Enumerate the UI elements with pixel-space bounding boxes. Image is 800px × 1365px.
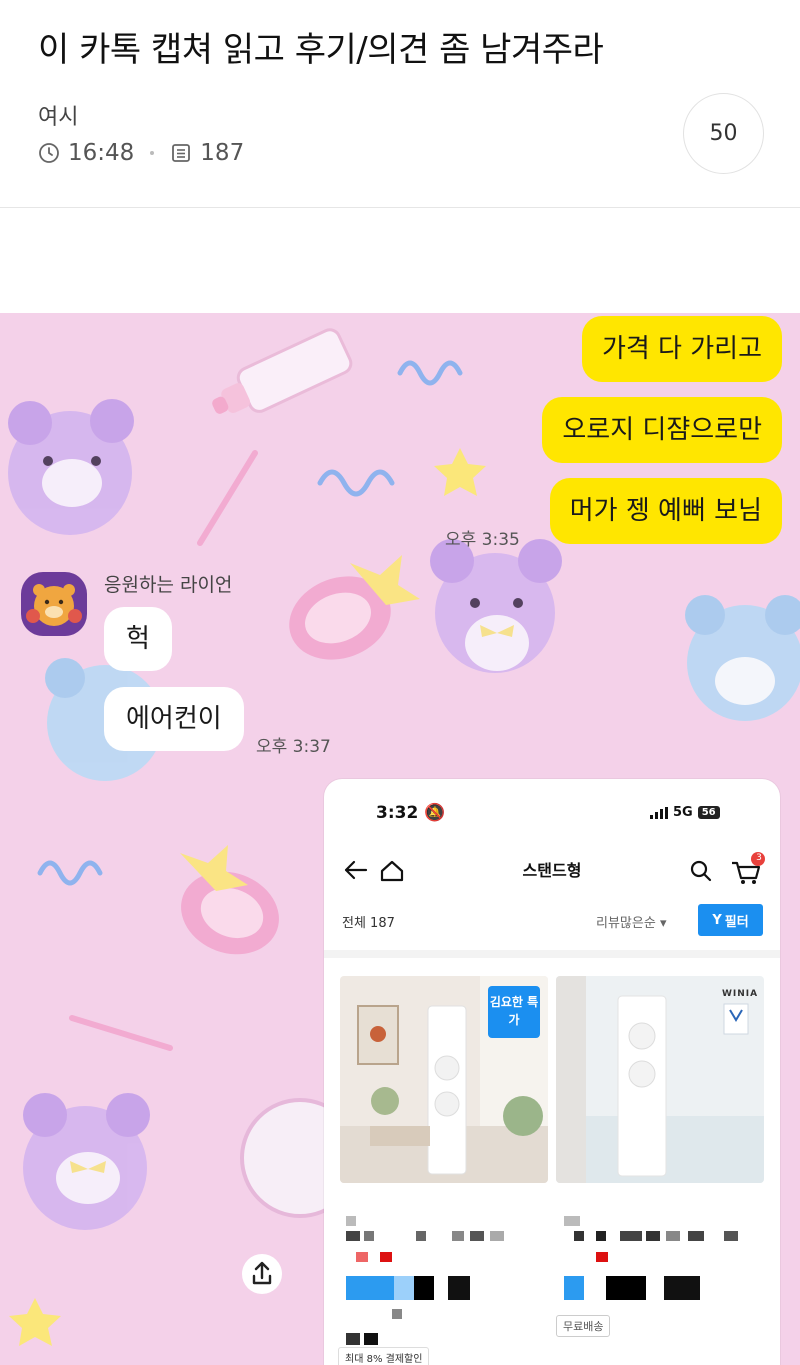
post-time: 16:48 (68, 140, 135, 166)
post-meta: 16:48 187 (38, 140, 244, 166)
divider (324, 950, 780, 958)
author-name[interactable]: 여시 (38, 99, 78, 131)
total-count: 전체 187 (342, 916, 395, 931)
sort-dropdown[interactable]: 리뷰많은순 ▾ (596, 912, 666, 931)
post-header: 이 카톡 캡쳐 읽고 후기/의견 좀 남겨주라 여시 16:48 187 50 (0, 0, 800, 208)
sender-name: 응원하는 라이언 (104, 574, 233, 596)
network-type: 5G (673, 805, 693, 820)
mute-bell-icon: 🔕 (424, 803, 446, 823)
clock-icon (39, 143, 59, 163)
meta-separator (150, 151, 155, 155)
category-title: 스탠드형 (522, 861, 582, 880)
their-message-time: 오후 3:37 (256, 737, 331, 757)
post-title: 이 카톡 캡쳐 읽고 후기/의견 좀 남겨주라 (38, 30, 604, 70)
battery-icon: 56 (697, 806, 720, 819)
phone-clock: 3:32 🔕 (376, 803, 446, 823)
chevron-down-icon: ▾ (659, 916, 667, 931)
sender-avatar[interactable] (21, 572, 87, 636)
share-icon[interactable] (242, 1254, 282, 1294)
my-message: 오로지 디쟘으로만 (542, 397, 782, 463)
shopping-app-screenshot: 3:32 🔕 5G 56 스탠드형 3 전체 187 리뷰많은순 ▾ Y 필터 … (324, 779, 780, 1365)
filter-button[interactable]: Y 필터 (698, 904, 763, 936)
their-message: 헉 (104, 607, 172, 671)
brand-logo: WINIA (722, 989, 759, 999)
signal-icon (650, 806, 668, 819)
phone-status-bar: 5G 56 (650, 805, 720, 820)
my-message: 머가 젱 예뻐 보님 (549, 478, 782, 544)
product-image[interactable] (556, 976, 764, 1183)
view-count: 187 (200, 140, 245, 166)
free-shipping-tag: 무료배송 (556, 1315, 611, 1337)
special-deal-badge: 김요한 특가 (488, 986, 540, 1038)
my-message: 가격 다 가리고 (581, 316, 782, 382)
cart-badge: 3 (756, 853, 762, 863)
payment-discount-tag: 최대 8% 결제할인 (338, 1347, 430, 1365)
their-message: 에어컨이 (104, 687, 244, 751)
views-icon (172, 144, 191, 162)
kakaotalk-screenshot: 가격 다 가리고 오로지 디쟘으로만 머가 젱 예뻐 보님 오후 3:35 응원… (0, 313, 800, 1365)
my-message-time: 오후 3:35 (445, 530, 520, 550)
filter-icon: Y (712, 912, 722, 928)
ryan-character-icon (26, 584, 82, 626)
comment-count-button[interactable]: 50 (683, 93, 764, 174)
